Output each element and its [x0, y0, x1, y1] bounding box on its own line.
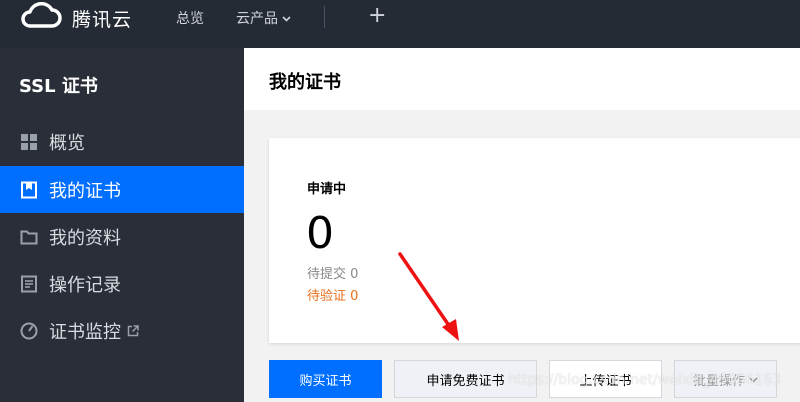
grid-icon — [19, 132, 39, 152]
sidebar-item-label: 我的证书 — [49, 180, 121, 202]
card-count: 0 — [306, 208, 334, 259]
sidebar-item-operation-log[interactable]: 操作记录 — [0, 260, 244, 307]
brand-logo[interactable]: 腾讯云 — [18, 1, 133, 34]
status-card: 申请中 0 待提交 0 待验证 0 — [269, 138, 800, 343]
sidebar-item-label: 证书监控 — [49, 321, 121, 343]
chevron-down-icon — [282, 10, 291, 26]
buy-certificate-button[interactable]: 购买证书 — [269, 360, 382, 398]
log-icon — [19, 274, 39, 294]
annotation-arrow — [395, 250, 465, 349]
card-label: 申请中 — [307, 182, 347, 197]
pending-verify-count[interactable]: 待验证 0 — [307, 285, 358, 304]
certificate-icon — [19, 180, 39, 200]
monitor-icon — [19, 321, 39, 341]
sidebar-item-my-materials[interactable]: 我的资料 — [0, 213, 244, 260]
top-navbar: 腾讯云 总览 云产品 + — [0, 0, 800, 48]
sidebar: SSL 证书 概览 我的证书 我的资料 操作记录 证书监控 — [0, 48, 244, 402]
sidebar-title: SSL 证书 — [19, 76, 98, 97]
sidebar-item-label: 操作记录 — [49, 274, 121, 296]
sidebar-item-my-certificates[interactable]: 我的证书 — [0, 166, 244, 213]
nav-overview[interactable]: 总览 — [176, 8, 204, 28]
sidebar-item-overview[interactable]: 概览 — [0, 118, 244, 165]
add-icon[interactable]: + — [368, 5, 386, 27]
sidebar-item-label: 我的资料 — [49, 227, 121, 249]
nav-divider — [324, 6, 325, 28]
page-header: 我的证书 — [244, 48, 800, 110]
sidebar-item-certificate-monitor[interactable]: 证书监控 — [0, 307, 244, 354]
folder-icon — [19, 227, 39, 247]
pending-submit-count[interactable]: 待提交 0 — [307, 263, 358, 282]
external-link-icon — [127, 324, 139, 337]
nav-products-label: 云产品 — [236, 11, 278, 27]
brand-name: 腾讯云 — [72, 8, 133, 31]
watermark-text: https://blog.csdn.net/weixin_45056163 — [508, 372, 782, 388]
sidebar-item-label: 概览 — [49, 132, 85, 154]
nav-products[interactable]: 云产品 — [236, 8, 291, 28]
page-title: 我的证书 — [269, 72, 341, 93]
cloud-icon — [18, 1, 64, 34]
